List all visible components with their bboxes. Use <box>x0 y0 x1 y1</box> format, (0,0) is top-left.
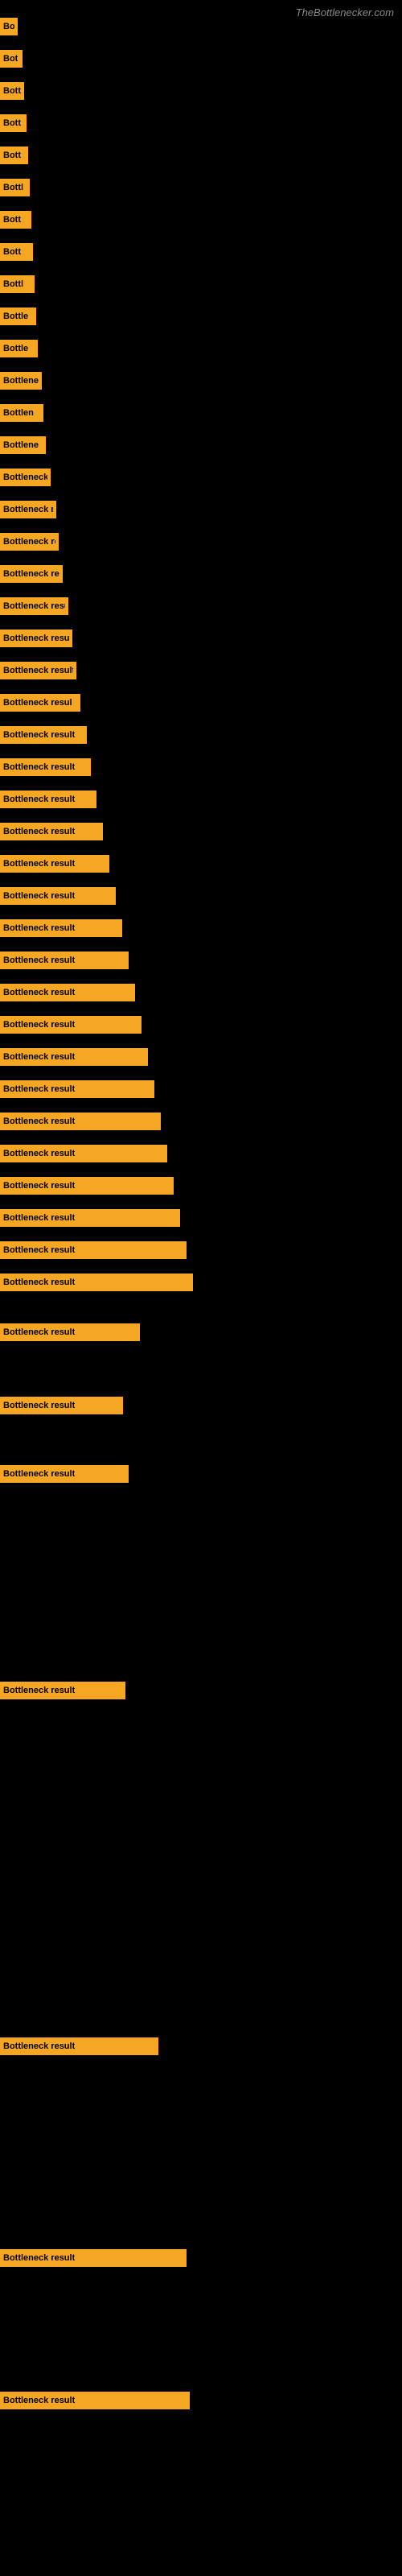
bar-label: Bottleneck result <box>3 601 65 611</box>
bar-label: Bott <box>3 215 21 225</box>
bar-item: Bottlene <box>0 436 46 454</box>
bar-label: Bott <box>3 151 21 160</box>
bar-item: Bottleneck resul <box>0 694 80 712</box>
bar-item: Bottleneck result <box>0 2392 190 2409</box>
bar-label: Bottleneck result <box>3 1181 75 1191</box>
bar-label: Bottleneck result <box>3 1084 75 1094</box>
bar-label: Bottleneck result <box>3 1117 75 1126</box>
bar-item: Bo <box>0 18 18 35</box>
bar-label: Bottleneck result <box>3 505 53 514</box>
bar-item: Bottleneck result <box>0 662 76 679</box>
bar-label: Bottle <box>3 344 28 353</box>
bar-item: Bottleneck result <box>0 952 129 969</box>
site-title: TheBottlenecker.com <box>296 6 394 19</box>
bar-item: Bott <box>0 147 28 164</box>
bar-item: Bottleneck result <box>0 1241 187 1259</box>
bar-label: Bottleneck r <box>3 473 47 482</box>
bar-item: Bottleneck re <box>0 533 59 551</box>
bar-label: Bottleneck result <box>3 2253 75 2263</box>
bar-item: Bottlen <box>0 404 43 422</box>
bar-label: Bottleneck result <box>3 988 75 997</box>
bar-label: Bo <box>3 22 14 31</box>
bar-item: Bottleneck result <box>0 1080 154 1098</box>
bar-label: Bottlene <box>3 376 39 386</box>
bar-label: Bott <box>3 86 21 96</box>
bar-item: Bottleneck result <box>0 823 103 840</box>
bar-label: Bottleneck result <box>3 1052 75 1062</box>
bar-item: Bottleneck result <box>0 630 72 647</box>
bar-label: Bottlen <box>3 408 34 418</box>
bar-item: Bottleneck result <box>0 565 63 583</box>
bar-label: Bottleneck result <box>3 762 75 772</box>
bar-item: Bot <box>0 50 23 68</box>
bar-label: Bottl <box>3 183 23 192</box>
bar-label: Bottleneck result <box>3 1278 75 1287</box>
bar-item: Bottlene <box>0 372 42 390</box>
bar-label: Bottle <box>3 312 28 321</box>
bar-label: Bottleneck result <box>3 666 73 675</box>
bar-label: Bottlene <box>3 440 39 450</box>
bar-item: Bottle <box>0 340 38 357</box>
bar-label: Bottleneck result <box>3 956 75 965</box>
bar-item: Bottleneck result <box>0 1177 174 1195</box>
bar-item: Bott <box>0 243 33 261</box>
bar-label: Bottleneck result <box>3 1327 75 1337</box>
bar-item: Bottleneck result <box>0 791 96 808</box>
bar-label: Bottleneck result <box>3 2396 75 2405</box>
bar-item: Bottleneck result <box>0 1145 167 1162</box>
bar-label: Bottleneck result <box>3 859 75 869</box>
bar-label: Bottleneck result <box>3 634 69 643</box>
bar-label: Bott <box>3 118 21 128</box>
bar-item: Bottleneck result <box>0 919 122 937</box>
bar-item: Bottleneck result <box>0 501 56 518</box>
bar-label: Bottleneck result <box>3 795 75 804</box>
bar-item: Bottl <box>0 275 35 293</box>
bar-item: Bottleneck result <box>0 1465 129 1483</box>
bar-item: Bott <box>0 114 27 132</box>
bar-item: Bottl <box>0 179 30 196</box>
bar-label: Bot <box>3 54 18 64</box>
bar-label: Bottleneck result <box>3 827 75 836</box>
bar-item: Bottleneck result <box>0 758 91 776</box>
bar-item: Bott <box>0 82 24 100</box>
bar-label: Bottleneck result <box>3 1686 75 1695</box>
bar-label: Bott <box>3 247 21 257</box>
bar-item: Bottleneck result <box>0 1209 180 1227</box>
bar-item: Bottleneck result <box>0 1048 148 1066</box>
bar-label: Bottleneck result <box>3 1213 75 1223</box>
bar-item: Bottleneck result <box>0 2249 187 2267</box>
bar-label: Bottleneck result <box>3 730 75 740</box>
bar-label: Bottleneck result <box>3 1401 75 1410</box>
bar-item: Bottleneck result <box>0 984 135 1001</box>
bar-label: Bottleneck result <box>3 2041 75 2051</box>
bar-item: Bottleneck result <box>0 1016 142 1034</box>
bar-label: Bottleneck result <box>3 1245 75 1255</box>
bar-item: Bottleneck result <box>0 1274 193 1291</box>
bar-label: Bottleneck result <box>3 891 75 901</box>
bar-item: Bottleneck result <box>0 726 87 744</box>
bar-label: Bottleneck re <box>3 537 55 547</box>
bar-item: Bottleneck result <box>0 1323 140 1341</box>
bar-item: Bottleneck result <box>0 1682 125 1699</box>
bar-label: Bottleneck result <box>3 569 59 579</box>
bar-label: Bottleneck resul <box>3 698 72 708</box>
bar-label: Bottleneck result <box>3 1469 75 1479</box>
bar-item: Bottle <box>0 308 36 325</box>
bar-item: Bottleneck result <box>0 597 68 615</box>
bar-item: Bottleneck result <box>0 855 109 873</box>
bar-item: Bottleneck result <box>0 1113 161 1130</box>
bar-label: Bottl <box>3 279 23 289</box>
bar-item: Bottleneck result <box>0 887 116 905</box>
bar-item: Bottleneck result <box>0 2037 158 2055</box>
bar-label: Bottleneck result <box>3 923 75 933</box>
bar-item: Bottleneck result <box>0 1397 123 1414</box>
bar-label: Bottleneck result <box>3 1149 75 1158</box>
bar-item: Bott <box>0 211 31 229</box>
bar-label: Bottleneck result <box>3 1020 75 1030</box>
bar-item: Bottleneck r <box>0 469 51 486</box>
